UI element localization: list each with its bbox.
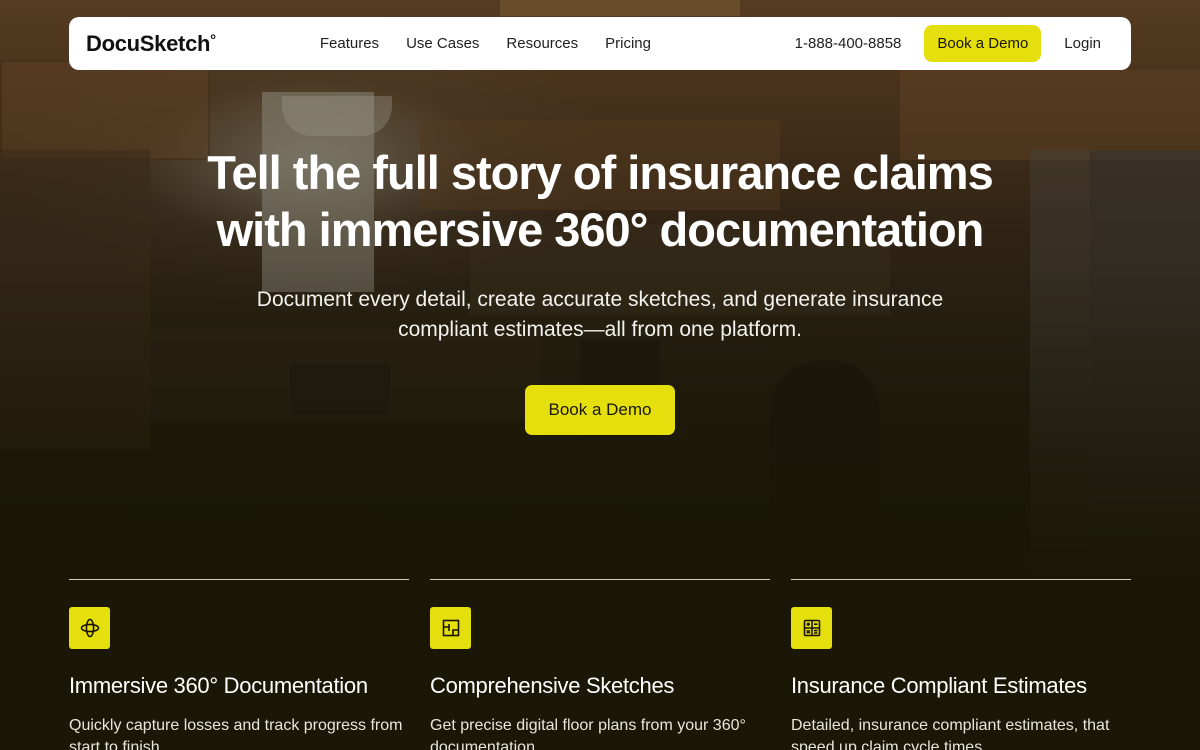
- top-navbar: DocuSketch° Features Use Cases Resources…: [69, 17, 1131, 70]
- hero-subtitle-line2: compliant estimates—all from one platfor…: [398, 318, 802, 341]
- feature-description: Quickly capture losses and track progres…: [69, 717, 403, 750]
- nav-links: Features Use Cases Resources Pricing: [320, 35, 678, 52]
- features-section: Immersive 360° Documentation Quickly cap…: [69, 579, 1131, 750]
- nav-link-use-cases[interactable]: Use Cases: [406, 35, 479, 52]
- feature-description: Detailed, insurance compliant estimates,…: [791, 717, 1110, 750]
- brand-logo-mark: °: [210, 31, 216, 49]
- feature-description: Get precise digital floor plans from you…: [430, 717, 746, 750]
- brand-logo[interactable]: DocuSketch°: [86, 31, 216, 57]
- hero-subtitle-line1: Document every detail, create accurate s…: [256, 288, 944, 311]
- nav-link-resources[interactable]: Resources: [506, 35, 578, 52]
- orbit-360-icon: [69, 607, 110, 649]
- nav-right: 1-888-400-8858 Book a Demo Login: [795, 25, 1114, 62]
- login-link[interactable]: Login: [1064, 35, 1101, 52]
- feature-title: Insurance Compliant Estimates: [791, 673, 1087, 698]
- nav-book-demo-button[interactable]: Book a Demo: [924, 25, 1042, 62]
- feature-card-360-documentation: Immersive 360° Documentation Quickly cap…: [69, 579, 409, 750]
- feature-card-sketches: Comprehensive Sketches Get precise digit…: [430, 579, 770, 750]
- feature-title: Comprehensive Sketches: [430, 673, 675, 698]
- hero-subtitle: Document every detail, create accurate s…: [230, 285, 970, 345]
- hero-title-line2: with immersive 360° documentation: [216, 203, 985, 256]
- floor-plan-icon: [430, 607, 471, 649]
- hero-title: Tell the full story of insurance claims …: [150, 144, 1050, 258]
- calculator-icon: [791, 607, 832, 649]
- phone-number-link[interactable]: 1-888-400-8858: [795, 35, 902, 52]
- feature-title: Immersive 360° Documentation: [69, 673, 368, 698]
- hero-title-line1: Tell the full story of insurance claims: [207, 146, 993, 199]
- nav-link-pricing[interactable]: Pricing: [605, 35, 651, 52]
- brand-logo-text: DocuSketch: [86, 30, 211, 56]
- feature-card-estimates: Insurance Compliant Estimates Detailed, …: [791, 579, 1131, 750]
- nav-link-features[interactable]: Features: [320, 35, 379, 52]
- hero-book-demo-button[interactable]: Book a Demo: [525, 385, 675, 435]
